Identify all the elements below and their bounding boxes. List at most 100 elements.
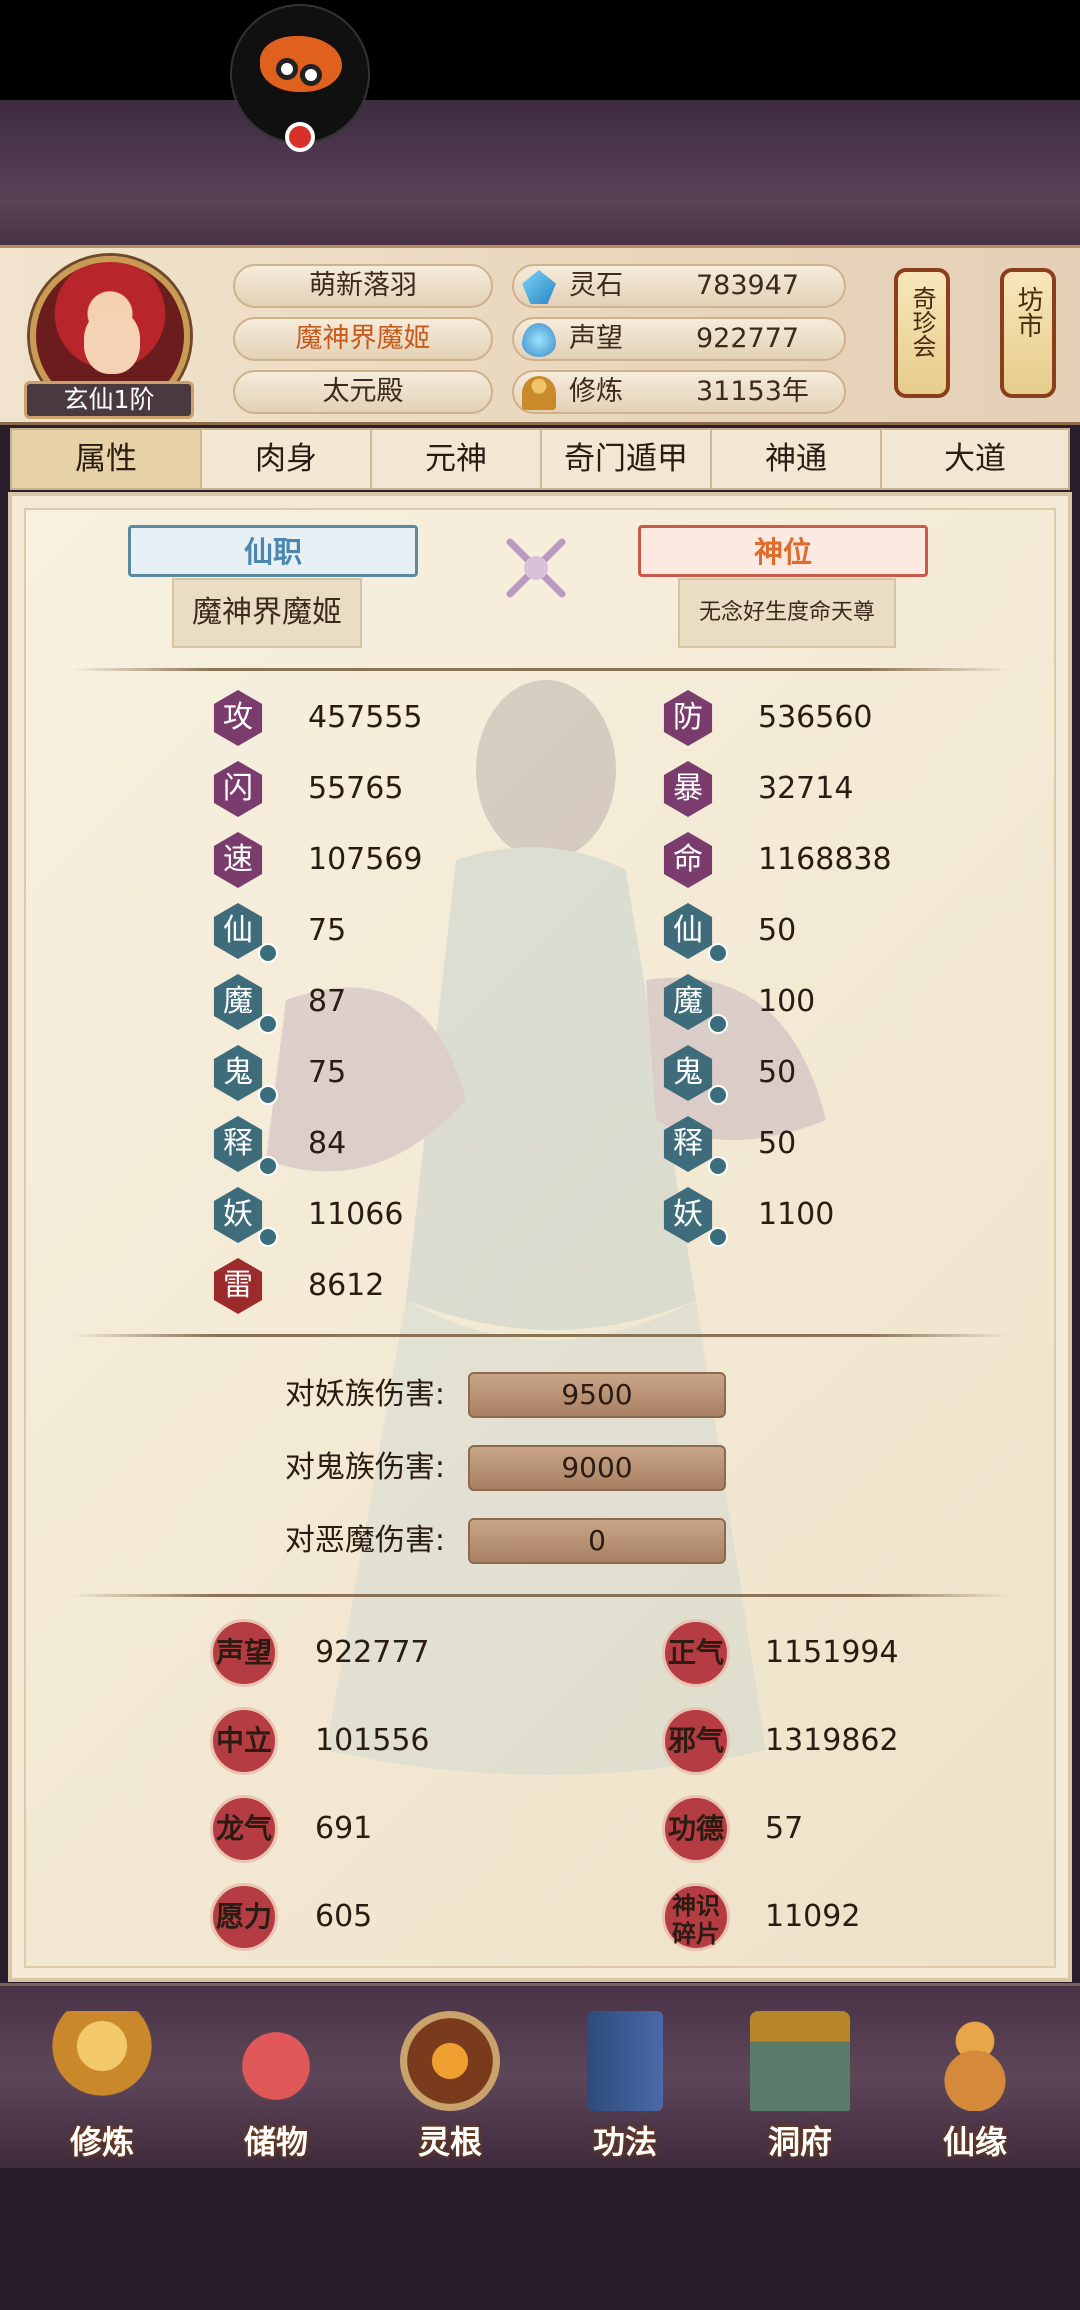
merit-value: 57 [765, 1811, 804, 1846]
info-badge-icon [258, 943, 278, 963]
defense-value: 536560 [758, 700, 873, 735]
righteous-value: 1151994 [765, 1635, 899, 1670]
scripture-book-icon [587, 2011, 663, 2111]
info-badge-icon [258, 1014, 278, 1034]
dragon-qi-badge-icon: 龙气 [210, 1795, 278, 1863]
nav-fate[interactable]: 仙缘 [905, 2011, 1045, 2161]
shield-badge-icon [708, 1085, 728, 1105]
crit-value: 32714 [758, 771, 854, 806]
ghost-resist-value: 50 [758, 1055, 797, 1090]
immortal-resist-value: 50 [758, 913, 797, 948]
resource-prestige: 声望 922777 [512, 317, 846, 361]
tab-attributes[interactable]: 属性 [12, 430, 202, 488]
neutral-value: 101556 [315, 1723, 430, 1758]
nav-cultivate[interactable]: 修炼 [32, 2011, 172, 2161]
avatar-face-icon [84, 310, 140, 374]
health-value: 1168838 [758, 842, 892, 877]
info-badge-icon [258, 1227, 278, 1247]
tab-soul[interactable]: 元神 [372, 430, 542, 488]
nav-spirit-root[interactable]: 灵根 [380, 2011, 520, 2161]
spirit-root-emblem-icon [400, 2011, 500, 2111]
tab-qimen[interactable]: 奇门遁甲 [542, 430, 712, 488]
divine-rank-value: 无念好生度命天尊 [678, 578, 896, 648]
gourd-icon [925, 2011, 1025, 2111]
shield-badge-icon [708, 1156, 728, 1176]
damage-label: 对鬼族伤害: [284, 1450, 445, 1485]
lantern-label: 坊市 [1013, 286, 1043, 338]
bottom-decorative-band [0, 2168, 1080, 2310]
nav-label: 修炼 [69, 2123, 134, 2161]
resource-label: 灵石 [569, 270, 623, 301]
cultivation-icon [522, 376, 556, 410]
notification-dot-icon [285, 122, 315, 152]
immortal-attack-value: 75 [308, 913, 347, 948]
resource-label: 声望 [569, 323, 623, 354]
treasure-bag-icon [226, 2011, 326, 2111]
floating-assistant-icon[interactable] [230, 4, 370, 152]
monster-attack-value: 11066 [308, 1197, 404, 1232]
resource-spirit-stone: 灵石 783947 [512, 264, 846, 308]
tab-body[interactable]: 肉身 [202, 430, 372, 488]
nav-techniques[interactable]: 功法 [555, 2011, 695, 2161]
attack-value: 457555 [308, 700, 423, 735]
evil-qi-value: 1319862 [765, 1723, 899, 1758]
resource-value: 783947 [696, 270, 800, 301]
wish-power-value: 605 [315, 1899, 373, 1934]
speed-value: 107569 [308, 842, 423, 877]
rank-badge: 玄仙1阶 [24, 381, 194, 419]
resource-cultivation: 修炼 31153年 [512, 370, 846, 414]
resource-value: 922777 [696, 323, 800, 354]
demon-resist-value: 100 [758, 984, 816, 1019]
assistant-eye-icon [300, 64, 322, 86]
ghost-attack-value: 75 [308, 1055, 347, 1090]
shield-badge-icon [708, 1227, 728, 1247]
merit-badge-icon: 功德 [662, 1795, 730, 1863]
immortal-post-label: 仙职 [128, 525, 418, 577]
crossed-swords-icon [506, 538, 566, 598]
damage-value: 9000 [468, 1445, 726, 1491]
demon-attack-value: 87 [308, 984, 347, 1019]
meditating-figure-icon [52, 2011, 152, 2111]
soul-shard-badge-icon: 神识碎片 [662, 1883, 730, 1951]
lantern-label: 奇珍会 [908, 286, 936, 358]
shield-badge-icon [708, 1014, 728, 1034]
panel-inner-frame [24, 508, 1056, 1968]
damage-label: 对恶魔伤害: [284, 1523, 445, 1558]
prestige-value: 922777 [315, 1635, 430, 1670]
nav-label: 灵根 [417, 2123, 482, 2161]
resource-label: 修炼 [569, 376, 623, 407]
damage-value: 9500 [468, 1372, 726, 1418]
nav-storage[interactable]: 储物 [206, 2011, 346, 2161]
righteous-badge-icon: 正气 [662, 1619, 730, 1687]
info-badge-icon [258, 1085, 278, 1105]
shield-badge-icon [708, 943, 728, 963]
assistant-blob-icon [260, 36, 342, 92]
tab-divine-power[interactable]: 神通 [712, 430, 882, 488]
divine-rank-label: 神位 [638, 525, 928, 577]
tab-great-dao[interactable]: 大道 [882, 430, 1068, 488]
status-bar [0, 0, 1080, 100]
wish-power-badge-icon: 愿力 [210, 1883, 278, 1951]
assistant-eye-icon [276, 58, 298, 80]
resource-value: 31153年 [696, 376, 809, 407]
section-divider [72, 1594, 1008, 1597]
dragon-qi-value: 691 [315, 1811, 373, 1846]
nav-cave[interactable]: 洞府 [730, 2011, 870, 2161]
treasure-market-button[interactable]: 奇珍会 [894, 268, 950, 398]
neutral-badge-icon: 中立 [210, 1707, 278, 1775]
damage-label: 对妖族伤害: [284, 1377, 445, 1412]
nav-label: 洞府 [767, 2123, 832, 2161]
nav-label: 储物 [243, 2123, 308, 2161]
dodge-value: 55765 [308, 771, 404, 806]
evil-qi-badge-icon: 邪气 [662, 1707, 730, 1775]
top-decorative-band [0, 100, 1080, 245]
prestige-badge-icon: 声望 [210, 1619, 278, 1687]
player-header: 玄仙1阶 萌新落羽 魔神界魔姬 太元殿 灵石 783947 声望 922777 … [0, 245, 1080, 425]
section-divider [72, 1334, 1008, 1337]
buddha-attack-value: 84 [308, 1126, 347, 1161]
bottom-navigation: 修炼 储物 灵根 功法 洞府 仙缘 [0, 1983, 1080, 2168]
buddha-resist-value: 50 [758, 1126, 797, 1161]
player-sect: 太元殿 [233, 370, 493, 414]
market-button[interactable]: 坊市 [1000, 268, 1056, 398]
player-name: 萌新落羽 [233, 264, 493, 308]
